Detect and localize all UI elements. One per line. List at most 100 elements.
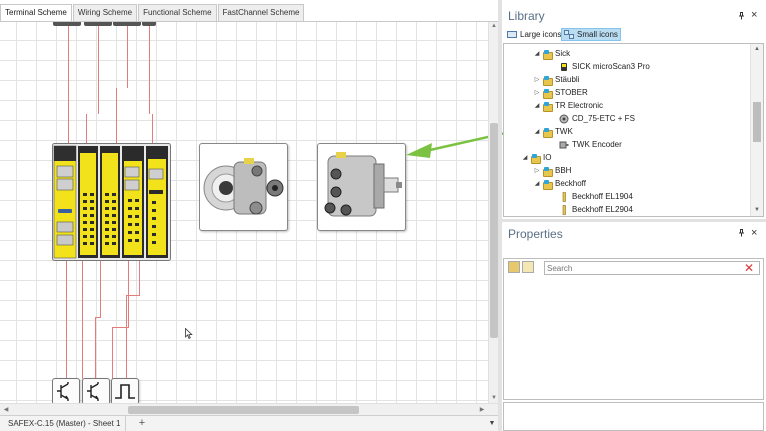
tab-wiring-scheme[interactable]: Wiring Scheme [72,4,138,21]
tree-item-label: BBH [555,166,572,175]
sheet-tab[interactable]: SAFEX-C.15 (Master) - Sheet 1 [3,416,127,431]
panel-splitter[interactable] [498,0,502,431]
close-icon[interactable]: × [751,9,757,21]
large-icons-button[interactable]: Large icons [505,28,563,41]
tree-item-stober[interactable]: ▷ STOBER [532,86,588,99]
wire [98,26,99,114]
wire [82,319,83,320]
scrollbar-thumb[interactable] [490,123,498,338]
top-module-stub [53,22,81,26]
scroll-left-icon[interactable]: ◀ [2,406,10,414]
canvas-vertical-scrollbar[interactable]: ▲ ▼ [488,22,498,403]
tree-item-sick[interactable]: ◢ Sick [532,47,570,60]
tree-item-label: TWK [555,127,573,136]
input-symbol[interactable] [82,378,110,403]
scroll-right-icon[interactable]: ▶ [478,406,486,414]
scroll-up-icon[interactable]: ▲ [490,22,498,30]
input-symbol[interactable] [52,378,80,403]
encoder-device-icon [559,141,569,148]
tree-item-label: TWK Encoder [572,140,622,149]
alphabetical-view-button[interactable] [522,261,534,273]
expand-icon[interactable]: ▷ [532,76,542,83]
scroll-up-icon[interactable]: ▲ [753,45,761,53]
wire [112,327,129,328]
library-title: Library [508,9,545,23]
clear-search-icon[interactable]: ✕ [744,262,754,274]
canvas-horizontal-scrollbar[interactable]: ◀ ▶ [0,403,498,415]
tree-item-label: Sick [555,49,571,58]
library-scrollbar[interactable]: ▲ ▼ [750,44,763,216]
wire [139,261,140,295]
tree-item-staubli[interactable]: ▷ Stäubli [532,73,579,86]
wire [68,26,69,88]
transistor-icon [57,382,69,401]
pulse-symbol[interactable] [111,378,139,403]
encoder-device-card[interactable] [199,143,288,231]
library-tree[interactable]: ◢ Sick SICK microScan3 Pro ▷ Stäubli ▷ STOB… [503,43,764,217]
tree-item-twk[interactable]: ◢ TWK [532,125,573,138]
properties-search-input[interactable] [546,262,736,274]
large-icons-label: Large icons [520,30,562,39]
wire [86,114,87,144]
properties-title: Properties [508,227,563,241]
wire [149,26,150,114]
tab-terminal-scheme[interactable]: Terminal Scheme [0,4,72,21]
panel-divider[interactable] [502,219,766,222]
tree-item-el2904[interactable]: Beckhoff EL2904 [559,203,633,216]
folder-icon [542,179,553,190]
pin-icon[interactable] [738,12,745,20]
scheme-canvas[interactable] [0,22,488,403]
add-sheet-button[interactable]: + [136,416,148,431]
scroll-down-icon[interactable]: ▼ [490,394,498,402]
tree-item-bbh[interactable]: ▷ BBH [532,164,571,177]
tree-item-twk-encoder[interactable]: TWK Encoder [559,138,622,151]
wire [126,295,140,296]
close-icon[interactable]: × [751,227,757,239]
mouse-cursor-icon [185,328,193,339]
collapse-icon[interactable]: ◢ [532,128,542,135]
collapse-icon[interactable]: ◢ [532,180,542,187]
tree-item-tr-electronic[interactable]: ◢ TR Electronic [532,99,603,112]
tree-item-label: SICK microScan3 Pro [572,62,650,71]
safety-controller-module[interactable] [52,143,172,261]
collapse-icon[interactable]: ◢ [520,154,530,161]
folder-icon [542,127,553,138]
categorized-view-button[interactable] [508,261,520,273]
tab-fastchannel-scheme[interactable]: FastChannel Scheme [217,4,305,21]
twk-encoder-image [324,152,402,217]
sheet-bar: SAFEX-C.15 (Master) - Sheet 1 + ▼ [0,415,502,431]
small-icons-icon [564,30,574,39]
wire [152,114,153,144]
tree-item-beckhoff[interactable]: ◢ Beckhoff [532,177,586,190]
wire [66,261,67,319]
folder-icon [530,153,541,164]
small-icons-button[interactable]: Small icons [561,28,621,41]
twk-encoder-device-card[interactable] [317,143,406,231]
wire [82,261,83,319]
folder-icon [542,101,553,112]
scrollbar-thumb[interactable] [753,102,761,142]
properties-toolbar [508,261,534,273]
tree-item-sick-microscan3[interactable]: SICK microScan3 Pro [559,60,650,73]
io-terminal-icon [562,191,566,202]
expand-icon[interactable]: ▷ [532,89,542,96]
tree-item-cd75[interactable]: CD_75-ETC + FS [559,112,635,125]
wire [95,317,101,318]
collapse-icon[interactable]: ◢ [532,50,542,57]
tree-item-label: Stäubli [555,75,580,84]
tree-item-label: Beckhoff EL2904 [572,205,633,214]
tree-item-label: TR Electronic [555,101,604,110]
small-icons-label: Small icons [577,30,618,39]
wire [95,317,96,379]
rotary-encoder-image [203,158,284,215]
collapse-icon[interactable]: ◢ [532,102,542,109]
tree-item-el1904[interactable]: Beckhoff EL1904 [559,190,633,203]
tab-functional-scheme[interactable]: Functional Scheme [138,4,217,21]
scroll-down-icon[interactable]: ▼ [753,206,761,214]
scrollbar-thumb[interactable] [128,406,359,414]
tree-item-io[interactable]: ◢ IO [520,151,551,164]
chevron-down-icon[interactable]: ▼ [486,416,498,431]
pin-icon[interactable] [738,229,745,237]
folder-icon [542,75,553,86]
expand-icon[interactable]: ▷ [532,167,542,174]
